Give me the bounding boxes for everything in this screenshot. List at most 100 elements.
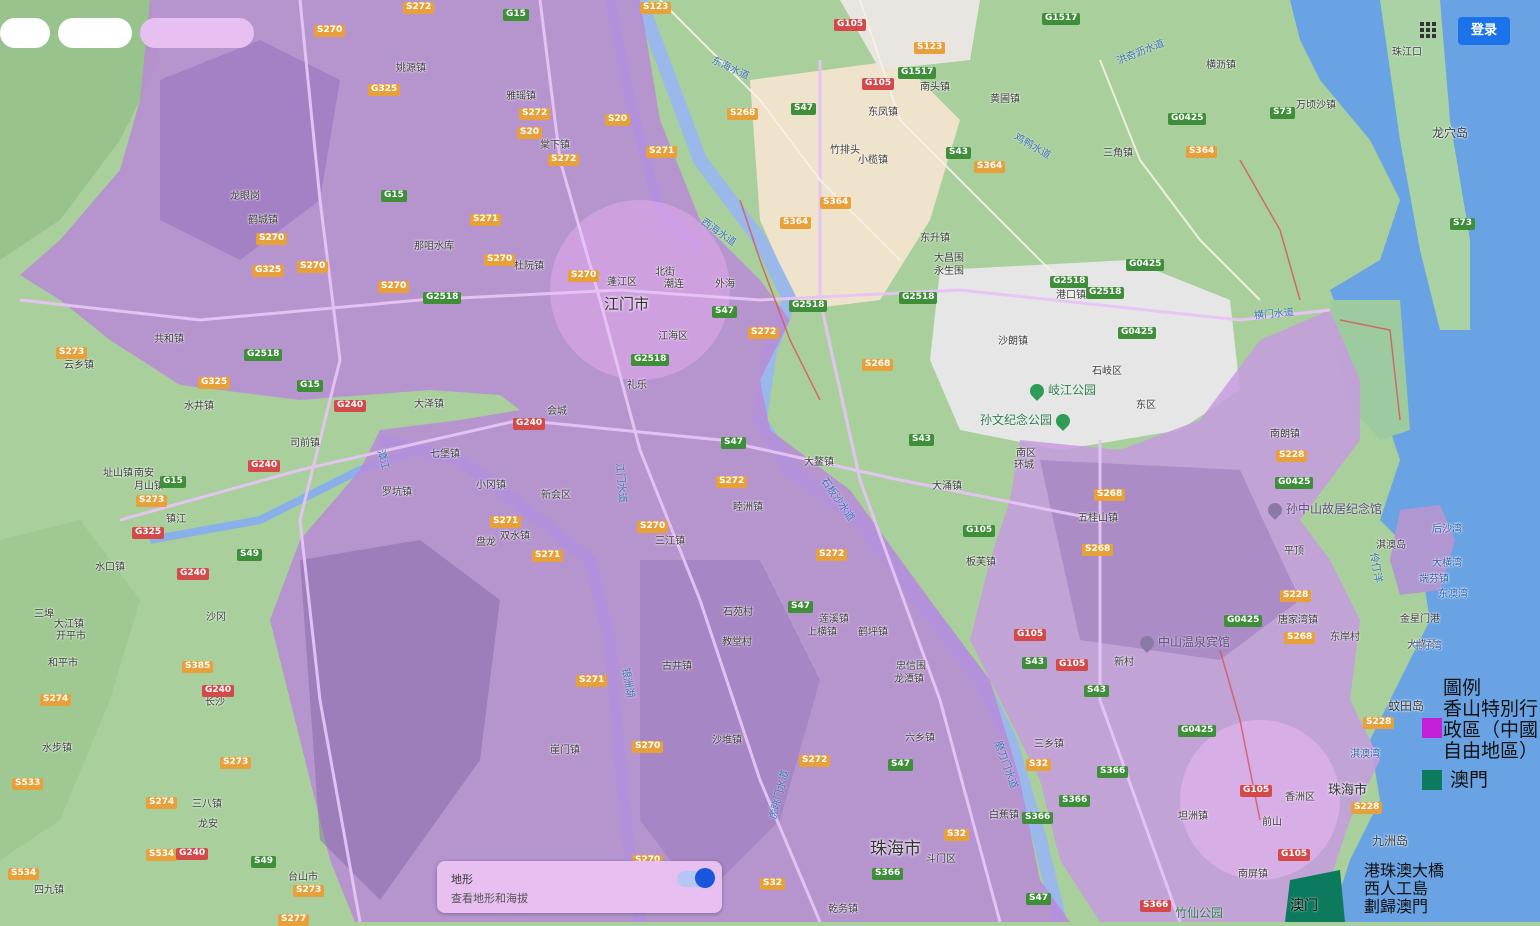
terrain-description: 查看地形和海拔 bbox=[451, 892, 528, 905]
note-line: 劃歸澳門 bbox=[1364, 897, 1429, 916]
road-shield: S385 bbox=[182, 661, 214, 673]
road-shield: S274 bbox=[40, 694, 72, 706]
place-label: 姚源镇 bbox=[396, 63, 426, 74]
place-label: 端芬镇 bbox=[1419, 574, 1449, 585]
road-shield: G15 bbox=[503, 9, 529, 21]
road-shield: S272 bbox=[716, 476, 748, 488]
road-shield: G2518 bbox=[423, 292, 462, 304]
place-label: 双水镇 bbox=[500, 531, 530, 542]
place-label: 水口镇 bbox=[95, 562, 125, 573]
road-shield: S228 bbox=[1363, 717, 1395, 729]
terrain-layer-card[interactable]: 地形 查看地形和海拔 bbox=[437, 861, 722, 913]
place-label: 鹤坪镇 bbox=[858, 627, 888, 638]
place-label: 司前镇 bbox=[290, 438, 320, 449]
museum-pin-icon bbox=[1265, 499, 1285, 520]
place-label: 云乡镇 bbox=[64, 360, 94, 371]
place-label: 睦洲镇 bbox=[733, 502, 763, 513]
place-label: 沙朗镇 bbox=[998, 336, 1028, 347]
road-shield: S47 bbox=[788, 601, 814, 613]
place-label: 南屏镇 bbox=[1238, 869, 1268, 880]
road-shield: S271 bbox=[576, 675, 608, 687]
road-shield: S534 bbox=[8, 868, 40, 880]
poi-qijiang-park[interactable]: 岐江公园 bbox=[1027, 380, 1096, 401]
road-shield: S533 bbox=[12, 778, 44, 790]
road-shield: S273 bbox=[56, 347, 88, 359]
place-label: 大昌围 bbox=[934, 253, 964, 264]
place-label: 牛仔湾 bbox=[1412, 641, 1442, 652]
legend-title: 圖例 bbox=[1443, 677, 1482, 699]
place-label: 前山 bbox=[1262, 817, 1282, 828]
login-button[interactable]: 登录 bbox=[1458, 17, 1510, 45]
place-label: 港口镇 bbox=[1056, 290, 1086, 301]
road-shield: G0425 bbox=[1275, 477, 1314, 489]
place-label: 珠江口 bbox=[1392, 47, 1422, 58]
place-label: 坦洲镇 bbox=[1178, 811, 1208, 822]
place-label: 那咀水库 bbox=[414, 241, 454, 252]
road-shield: S271 bbox=[646, 146, 678, 158]
place-label: 龙安 bbox=[198, 819, 218, 830]
road-shield: G1517 bbox=[1042, 13, 1081, 25]
road-shield: G1517 bbox=[898, 67, 937, 79]
city-label-zhuhai-east[interactable]: 珠海市 bbox=[1328, 784, 1367, 797]
place-label: 古井镇 bbox=[662, 661, 692, 672]
road-shield: S364 bbox=[974, 161, 1006, 173]
road-shield: G105 bbox=[1278, 849, 1311, 861]
grid-icon[interactable] bbox=[1420, 22, 1436, 38]
place-label: 江海区 bbox=[658, 331, 688, 342]
city-label-zhuhai-west[interactable]: 珠海市 bbox=[870, 841, 921, 858]
place-label: 上横镇 bbox=[807, 627, 837, 638]
place-label: 三埠 bbox=[34, 609, 54, 620]
map-canvas[interactable] bbox=[0, 0, 1540, 922]
place-label: 鹤城镇 bbox=[248, 215, 278, 226]
road-shield: G105 bbox=[1056, 659, 1089, 671]
road-shield: G325 bbox=[132, 527, 165, 539]
road-shield: S123 bbox=[914, 42, 946, 54]
place-label: 忠信围 bbox=[896, 661, 926, 672]
road-shield: S272 bbox=[748, 327, 780, 339]
place-label: 棠下镇 bbox=[540, 140, 570, 151]
place-label: 石苑村 bbox=[723, 607, 753, 618]
road-shield: S272 bbox=[403, 2, 435, 14]
poi-macau[interactable]: 澳门 bbox=[1290, 895, 1318, 915]
road-shield: S270 bbox=[314, 25, 346, 37]
road-shield: S32 bbox=[760, 878, 786, 890]
legend-label-xiangshan: 香山特別行政區（中國自由地區） bbox=[1443, 698, 1539, 762]
search-box-1[interactable] bbox=[0, 18, 50, 48]
terrain-toggle[interactable] bbox=[677, 868, 715, 888]
road-shield: S228 bbox=[1280, 590, 1312, 602]
place-label: 乾务镇 bbox=[828, 904, 858, 915]
road-shield: S366 bbox=[1022, 812, 1054, 824]
search-box-2[interactable] bbox=[58, 18, 132, 48]
poi-zhuxian-park[interactable]: 竹仙公园 bbox=[1175, 904, 1223, 921]
road-shield: S272 bbox=[548, 154, 580, 166]
road-shield: S270 bbox=[484, 254, 516, 266]
road-shield: G240 bbox=[176, 848, 209, 860]
place-label: 唐家湾镇 bbox=[1278, 615, 1318, 626]
road-shield: G2518 bbox=[244, 349, 283, 361]
place-label: 会城 bbox=[547, 406, 567, 417]
road-shield: G240 bbox=[248, 460, 281, 472]
place-label: 大泽镇 bbox=[414, 399, 444, 410]
place-label: 蚊田岛 bbox=[1388, 699, 1425, 713]
place-label: 淇澳岛 bbox=[1376, 540, 1406, 551]
place-label: 小冈镇 bbox=[476, 480, 506, 491]
city-label-jiangmen[interactable]: 江门市 bbox=[604, 297, 649, 312]
place-label: 大江镇 bbox=[54, 619, 84, 630]
place-label: 东凤镇 bbox=[868, 107, 898, 118]
place-label: 南安 bbox=[134, 468, 154, 479]
terrain-title: 地形 bbox=[451, 873, 473, 886]
place-label: 和平市 bbox=[48, 658, 78, 669]
poi-sunwen-park[interactable]: 孙文纪念公园 bbox=[980, 410, 1074, 431]
place-label: 斗门区 bbox=[926, 854, 956, 865]
place-label: 莲溪镇 bbox=[819, 614, 849, 625]
hotel-pin-icon bbox=[1137, 632, 1157, 653]
road-shield: S273 bbox=[220, 757, 252, 769]
poi-sun-yatsen-residence[interactable]: 孙中山故居纪念馆 bbox=[1265, 499, 1382, 520]
poi-zhongshan-hot-spring[interactable]: 中山温泉宾馆 bbox=[1137, 632, 1230, 653]
place-label: 三角镇 bbox=[1103, 148, 1133, 159]
place-label: 四九镇 bbox=[34, 885, 64, 896]
road-shield: S534 bbox=[146, 849, 178, 861]
note-line: 港珠澳大橋 bbox=[1364, 861, 1445, 880]
place-label: 台山市 bbox=[288, 872, 318, 883]
search-box-3[interactable] bbox=[140, 18, 254, 48]
